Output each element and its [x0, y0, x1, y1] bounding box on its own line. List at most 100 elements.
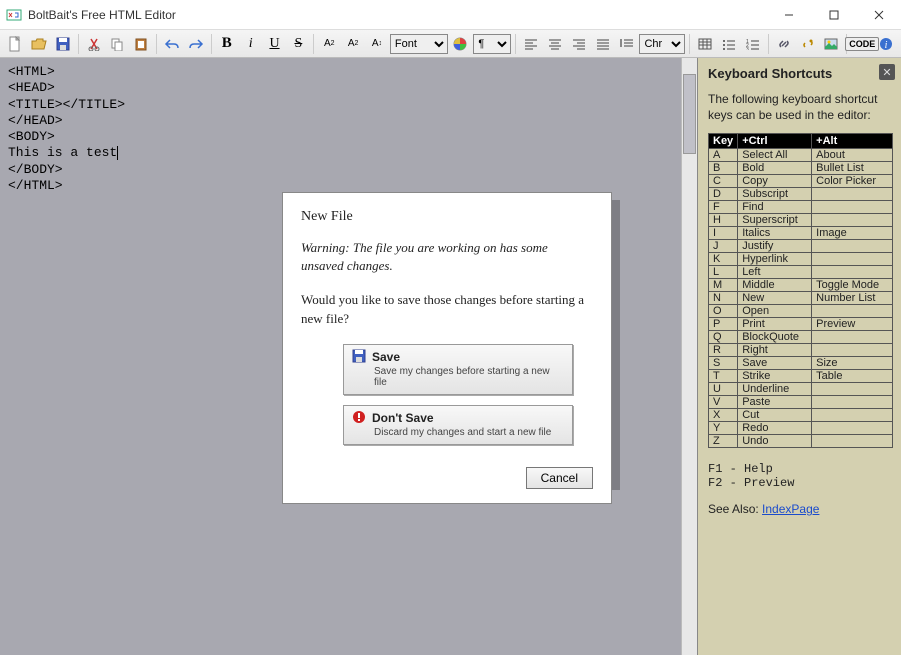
dialog-warning: Warning: The file you are working on has… [301, 239, 593, 275]
svg-text:i: i [885, 40, 888, 51]
sc-key: A [709, 149, 738, 162]
dialog-dontsave-button[interactable]: Don't Save Discard my changes and start … [343, 405, 573, 445]
sc-key: N [709, 292, 738, 305]
sc-key: U [709, 383, 738, 396]
sidebar-heading: Keyboard Shortcuts [708, 66, 893, 81]
sc-ctrl: Italics [738, 227, 812, 240]
maximize-button[interactable] [811, 0, 856, 29]
sc-alt: Preview [812, 318, 893, 331]
dialog-cancel-button[interactable]: Cancel [526, 467, 593, 489]
undo-button[interactable] [161, 33, 183, 55]
number-list-button[interactable]: 123 [742, 33, 764, 55]
col-alt: +Alt [812, 134, 893, 149]
minimize-button[interactable] [766, 0, 811, 29]
save-icon [352, 349, 366, 366]
code-button[interactable]: CODE [851, 33, 873, 55]
sc-alt [812, 266, 893, 279]
f2-preview: F2 - Preview [708, 476, 893, 490]
col-ctrl: +Ctrl [738, 134, 812, 149]
sc-key: Z [709, 435, 738, 448]
sc-ctrl: Left [738, 266, 812, 279]
char-select[interactable]: Chr [639, 34, 685, 54]
save-button[interactable] [52, 33, 74, 55]
sc-key: P [709, 318, 738, 331]
table-row: UUnderline [709, 383, 893, 396]
sc-ctrl: Bold [738, 162, 812, 175]
bullet-list-button[interactable] [718, 33, 740, 55]
sidebar-intro: The following keyboard shortcut keys can… [708, 91, 893, 123]
sc-key: B [709, 162, 738, 175]
sc-alt [812, 383, 893, 396]
sc-key: R [709, 344, 738, 357]
table-row: CCopyColor Picker [709, 175, 893, 188]
sc-key: C [709, 175, 738, 188]
sc-ctrl: Print [738, 318, 812, 331]
sc-key: O [709, 305, 738, 318]
about-button[interactable]: i [875, 33, 897, 55]
table-row: TStrikeTable [709, 370, 893, 383]
strike-button[interactable]: S [287, 33, 309, 55]
blockquote-button[interactable] [616, 33, 638, 55]
table-row: IItalicsImage [709, 227, 893, 240]
sc-ctrl: New [738, 292, 812, 305]
close-button[interactable] [856, 0, 901, 29]
sc-ctrl: Select All [738, 149, 812, 162]
sc-alt [812, 201, 893, 214]
open-button[interactable] [28, 33, 50, 55]
sc-alt [812, 253, 893, 266]
copy-button[interactable] [106, 33, 128, 55]
editor-text[interactable]: <HTML> <HEAD> <TITLE></TITLE> </HEAD> <B… [0, 58, 697, 200]
underline-button[interactable]: U [264, 33, 286, 55]
table-row: KHyperlink [709, 253, 893, 266]
paste-button[interactable] [130, 33, 152, 55]
sc-ctrl: Open [738, 305, 812, 318]
sc-alt: Toggle Mode [812, 279, 893, 292]
sc-key: J [709, 240, 738, 253]
editor-scrollbar[interactable] [681, 58, 697, 655]
sidebar-close-button[interactable]: ✕ [879, 64, 895, 80]
dialog-save-sub: Save my changes before starting a new fi… [374, 366, 564, 388]
hyperlink-button[interactable] [773, 33, 795, 55]
table-row: RRight [709, 344, 893, 357]
redo-button[interactable] [185, 33, 207, 55]
sidebar-help: ✕ Keyboard Shortcuts The following keybo… [698, 58, 901, 655]
table-row: DSubscript [709, 188, 893, 201]
anchor-button[interactable] [797, 33, 819, 55]
dialog-dontsave-sub: Discard my changes and start a new file [374, 427, 564, 438]
bold-button[interactable]: B [216, 33, 238, 55]
f1-help: F1 - Help [708, 462, 893, 476]
italic-button[interactable]: i [240, 33, 262, 55]
sc-ctrl: Undo [738, 435, 812, 448]
see-also-link[interactable]: IndexPage [762, 502, 819, 516]
subscript-button[interactable]: A2 [342, 33, 364, 55]
new-file-button[interactable] [4, 33, 26, 55]
sc-key: I [709, 227, 738, 240]
paragraph-select[interactable]: ¶ [473, 34, 511, 54]
svg-text:3: 3 [746, 47, 749, 50]
sc-alt: About [812, 149, 893, 162]
sc-key: M [709, 279, 738, 292]
align-left-button[interactable] [520, 33, 542, 55]
align-right-button[interactable] [568, 33, 590, 55]
font-size-button[interactable]: A↕ [366, 33, 388, 55]
table-row: VPaste [709, 396, 893, 409]
dialog-save-button[interactable]: Save Save my changes before starting a n… [343, 344, 573, 395]
align-center-button[interactable] [544, 33, 566, 55]
scrollbar-thumb[interactable] [683, 74, 696, 154]
table-row: SSaveSize [709, 357, 893, 370]
sc-alt [812, 344, 893, 357]
align-justify-button[interactable] [592, 33, 614, 55]
cut-button[interactable] [83, 33, 105, 55]
sc-key: L [709, 266, 738, 279]
sc-alt: Bullet List [812, 162, 893, 175]
font-select[interactable]: Font [390, 34, 448, 54]
superscript-button[interactable]: A2 [318, 33, 340, 55]
image-button[interactable] [820, 33, 842, 55]
sc-key: S [709, 357, 738, 370]
sc-key: K [709, 253, 738, 266]
sc-alt [812, 422, 893, 435]
color-picker-button[interactable] [450, 33, 472, 55]
titlebar: BoltBait's Free HTML Editor [0, 0, 901, 30]
table-button[interactable] [694, 33, 716, 55]
sc-alt [812, 409, 893, 422]
